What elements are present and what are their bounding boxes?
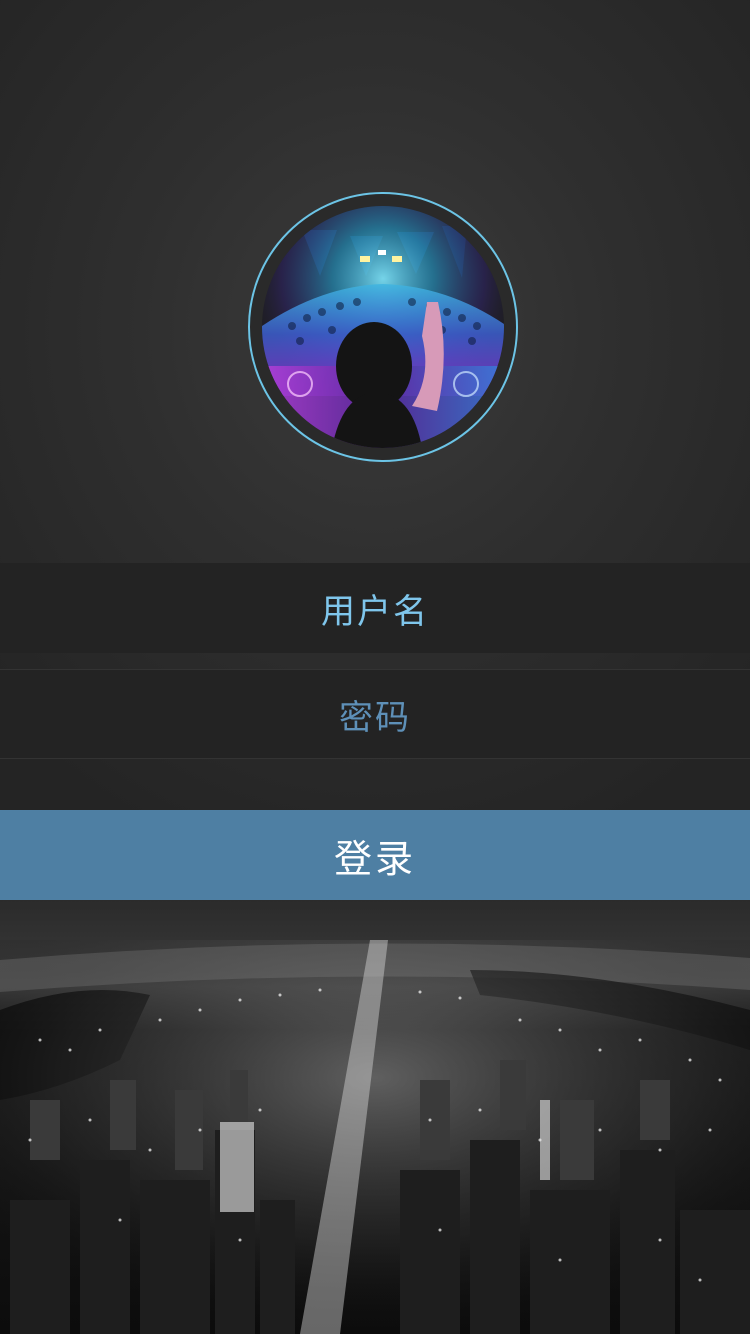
night-city-icon bbox=[0, 900, 750, 1334]
username-field[interactable]: 用户名 bbox=[0, 563, 750, 653]
dj-concert-icon bbox=[262, 206, 504, 448]
username-placeholder: 用户名 bbox=[321, 591, 429, 632]
login-button-label: 登录 bbox=[333, 836, 416, 881]
login-button[interactable]: 登录 bbox=[0, 810, 750, 900]
dj-avatar-image bbox=[262, 206, 504, 448]
login-screen: 用户名 密码 登录 bbox=[0, 0, 750, 1334]
password-field[interactable]: 密码 bbox=[0, 669, 750, 759]
password-placeholder: 密码 bbox=[339, 697, 411, 738]
city-night-background bbox=[0, 900, 750, 1334]
avatar[interactable] bbox=[248, 192, 518, 462]
